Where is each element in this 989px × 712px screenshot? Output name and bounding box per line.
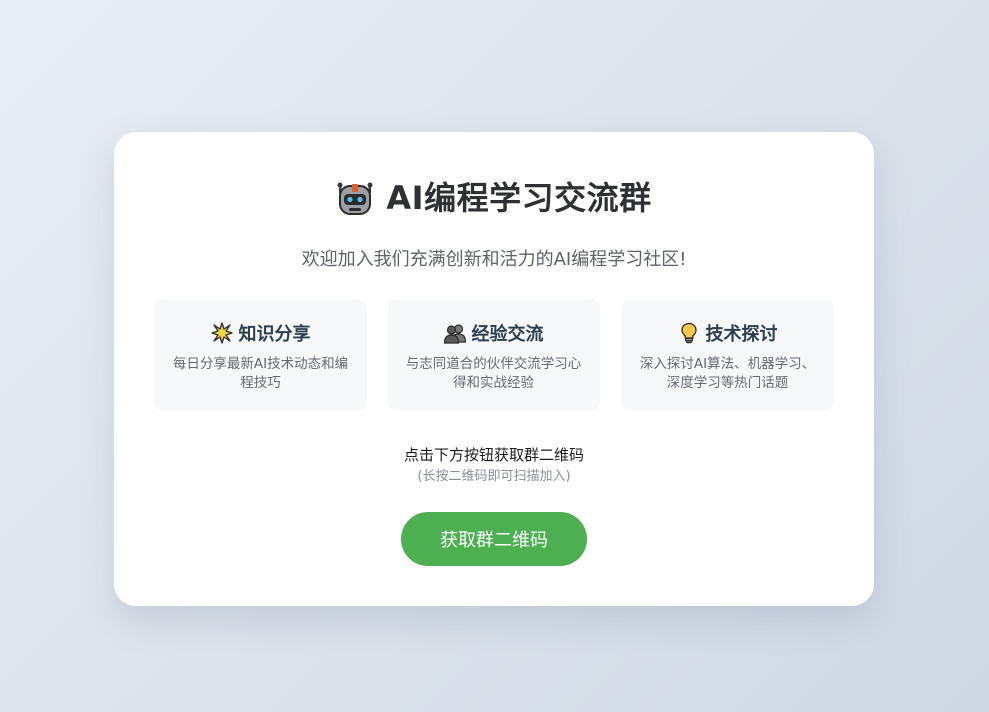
page-subtitle: 欢迎加入我们充满创新和活力的AI编程学习社区! xyxy=(301,249,687,270)
feature-header: 知识分享 xyxy=(154,320,367,346)
feature-description: 每日分享最新AI技术动态和编程技巧 xyxy=(172,356,349,391)
feature-list: 知识分享 每日分享最新AI技术动态和编程技巧 经验交流 与志同道合的伙伴交流学习… xyxy=(154,299,834,411)
feature-header: 经验交流 xyxy=(387,320,600,346)
intro-card: AI编程学习交流群 欢迎加入我们充满创新和活力的AI编程学习社区! 知识分享 每… xyxy=(114,132,874,606)
title-row: AI编程学习交流群 xyxy=(114,176,874,217)
lightbulb-icon xyxy=(678,322,700,344)
feature-description: 深入探讨AI算法、机器学习、深度学习等热门话题 xyxy=(639,356,816,391)
qr-prompt-text: 点击下方按钮获取群二维码 xyxy=(403,446,584,464)
page-title: AI编程学习交流群 xyxy=(386,179,652,217)
qr-hint-text: (长按二维码即可扫描加入) xyxy=(417,469,571,484)
feature-card-exchange: 经验交流 与志同道合的伙伴交流学习心得和实战经验 xyxy=(387,299,600,411)
feature-title: 经验交流 xyxy=(471,324,544,345)
feature-title: 技术探讨 xyxy=(705,324,778,345)
get-qr-code-button[interactable]: 获取群二维码 xyxy=(401,512,587,566)
feature-description: 与志同道合的伙伴交流学习心得和实战经验 xyxy=(405,356,582,391)
feature-header: 技术探讨 xyxy=(621,320,834,346)
sparkle-icon xyxy=(210,322,233,344)
feature-card-discussion: 技术探讨 深入探讨AI算法、机器学习、深度学习等热门话题 xyxy=(621,299,834,411)
feature-card-knowledge: 知识分享 每日分享最新AI技术动态和编程技巧 xyxy=(154,299,367,411)
robot-icon xyxy=(336,176,374,216)
people-icon xyxy=(443,322,466,344)
feature-title: 知识分享 xyxy=(238,324,311,345)
